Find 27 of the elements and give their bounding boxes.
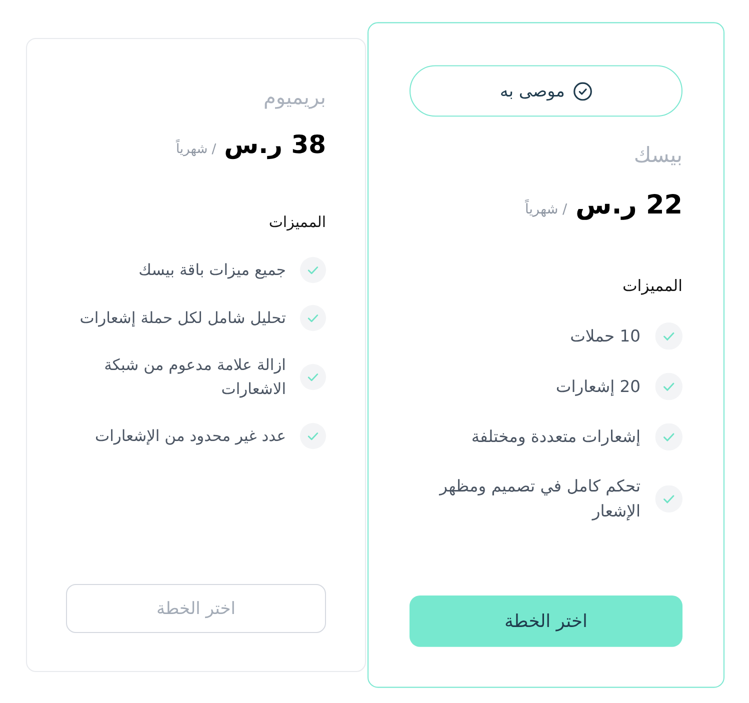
check-icon [300,257,326,283]
feature-text: 20 إشعارات [556,376,640,398]
badge-label: موصى به [500,79,565,102]
feature-text: جميع ميزات باقة بيسك [138,260,286,281]
features-heading: المميزات [622,275,682,298]
check-icon [655,322,682,350]
check-icon [655,372,682,400]
feature-text: ازالة علامة مدعوم من شبكة الاشعارات [103,355,286,400]
feature-text: إشعارات متعددة ومختلفة [471,426,640,448]
check-icon [655,485,682,512]
feature-text: 10 حملات [570,326,640,348]
plan-name: بريميوم [264,84,326,111]
select-plan-button[interactable]: اختر الخطة [410,595,682,647]
check-icon [300,305,326,331]
feature-text: تحليل شامل لكل حملة إشعارات [80,308,286,329]
feature-text: تحكم كامل في تصميم ومظهر الإشعار [438,476,640,523]
feature-text: عدد غير محدود من الإشعارات [95,426,286,447]
plan-name: بيسك [634,140,682,170]
price-period: / شهرياً [524,200,568,220]
plan-price: 22 ر.س [576,188,682,222]
check-circle-icon [573,81,592,100]
check-icon [300,364,326,390]
price-period: / شهرياً [176,141,216,159]
check-icon [655,423,682,451]
features-heading: المميزات [268,212,326,233]
check-icon [300,423,326,449]
plan-price: 38 ر.س [224,129,326,162]
